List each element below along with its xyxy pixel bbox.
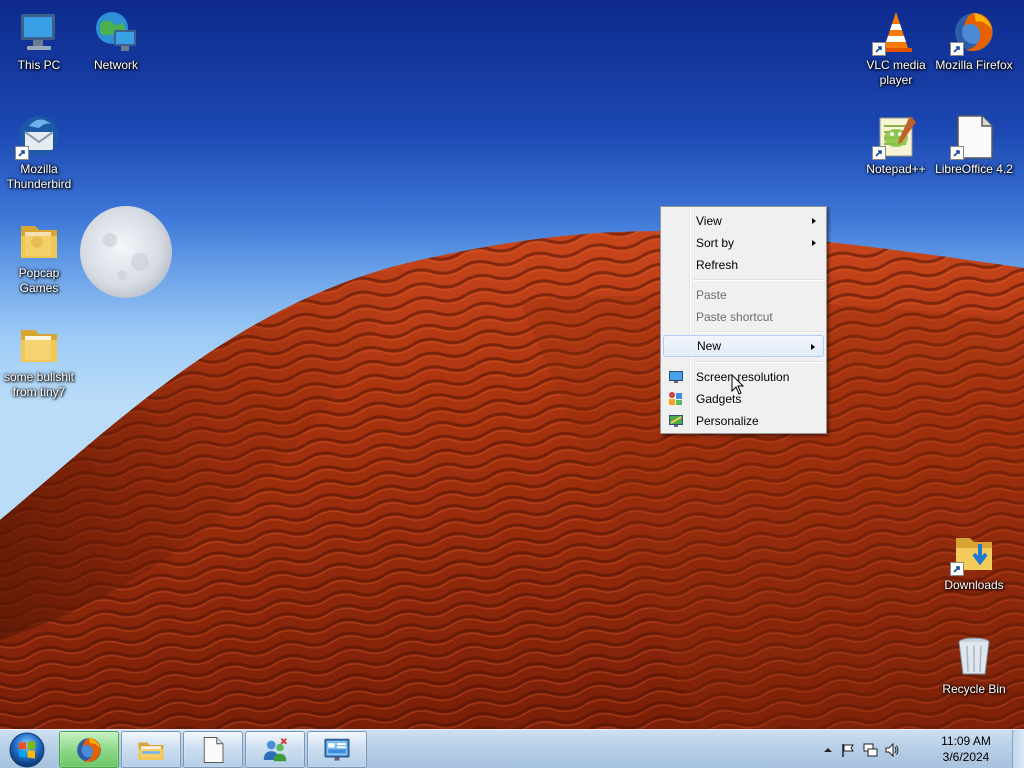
- menu-item-personalize[interactable]: Personalize: [663, 410, 824, 432]
- taskbar-button-firefox[interactable]: [59, 731, 119, 768]
- show-hidden-icons-chevron[interactable]: [820, 742, 836, 758]
- menu-separator: [693, 279, 823, 281]
- clock-date: 3/6/2024: [942, 750, 990, 764]
- desktop-icon-label: Recycle Bin: [942, 682, 1006, 696]
- submenu-arrow-icon: [812, 218, 816, 224]
- shortcut-arrow-icon: [950, 42, 964, 56]
- action-center-flag-icon[interactable]: [840, 742, 856, 758]
- show-desktop-button[interactable]: [1012, 730, 1024, 768]
- clock[interactable]: 11:09 AM 3/6/2024: [934, 733, 998, 765]
- system-tray: 11:09 AM 3/6/2024: [820, 730, 1010, 768]
- firefox-icon: [77, 738, 101, 762]
- menu-item-label: New: [697, 339, 722, 353]
- menu-item-label: Refresh: [696, 258, 739, 272]
- shortcut-arrow-icon: [950, 146, 964, 160]
- desktop-icon-label: Mozilla Firefox: [935, 58, 1013, 72]
- control-panel-icon: [324, 738, 350, 761]
- menu-item-label: Paste: [696, 288, 727, 302]
- clock-time: 11:09 AM: [941, 734, 991, 748]
- taskbar: 11:09 AM 3/6/2024: [0, 729, 1024, 768]
- personalize-icon: [669, 415, 683, 427]
- folder-icon: [15, 216, 63, 264]
- desktop-icon-label: Network: [93, 58, 138, 72]
- taskbar-button-users[interactable]: [245, 731, 305, 768]
- display-icon: [669, 371, 683, 383]
- desktop-icon-label: some bullshit from tiny7: [3, 370, 75, 399]
- menu-item-refresh[interactable]: Refresh: [663, 254, 824, 276]
- notepad-plus-plus-icon: [872, 112, 920, 160]
- desktop-icon-libreoffice[interactable]: LibreOffice 4.2: [935, 112, 1013, 177]
- desktop-icon-this-pc[interactable]: This PC: [0, 8, 78, 73]
- network-globe-icon: [92, 8, 140, 56]
- firefox-icon: [950, 8, 998, 56]
- blank-document-icon: [203, 737, 224, 763]
- desktop-icon-label: Downloads: [944, 578, 1004, 592]
- taskbar-button-explorer[interactable]: [121, 731, 181, 768]
- windows-start-orb-icon: [9, 732, 45, 768]
- user-accounts-icon: [263, 738, 287, 762]
- desktop-icon-network[interactable]: Network: [77, 8, 155, 73]
- recycle-bin-icon: [950, 632, 998, 680]
- desktop-icon-label: Mozilla Thunderbird: [6, 162, 72, 191]
- taskbar-button-control-panel[interactable]: [307, 731, 367, 768]
- desktop-icon-label: VLC media player: [866, 58, 926, 87]
- volume-icon[interactable]: [884, 742, 900, 758]
- menu-separator: [693, 361, 823, 363]
- desktop-icon-label: This PC: [17, 58, 61, 72]
- desktop-icon-thunderbird[interactable]: Mozilla Thunderbird: [0, 112, 78, 192]
- shortcut-arrow-icon: [872, 146, 886, 160]
- submenu-arrow-icon: [811, 344, 815, 350]
- desktop-icon-vlc[interactable]: VLC media player: [857, 8, 935, 88]
- desktop-icon-notepadpp[interactable]: Notepad++: [857, 112, 935, 177]
- desktop-context-menu: View Sort by Refresh Paste Paste shortcu…: [660, 206, 827, 434]
- file-explorer-icon: [138, 742, 164, 760]
- shortcut-arrow-icon: [872, 42, 886, 56]
- vlc-cone-icon: [872, 8, 920, 56]
- downloads-folder-icon: [950, 528, 998, 576]
- menu-item-label: Paste shortcut: [696, 310, 773, 324]
- menu-separator: [693, 331, 823, 333]
- start-button[interactable]: [4, 731, 50, 768]
- desktop-icon-firefox[interactable]: Mozilla Firefox: [935, 8, 1013, 73]
- desktop[interactable]: This PC Network Mozilla Thunderbird Popc…: [0, 0, 1024, 729]
- desktop-icon-tiny7-folder[interactable]: some bullshit from tiny7: [0, 320, 78, 400]
- menu-item-view[interactable]: View: [663, 210, 824, 232]
- taskbar-button-document[interactable]: [183, 731, 243, 768]
- desktop-icon-label: Popcap Games: [18, 266, 60, 295]
- document-icon: [950, 112, 998, 160]
- submenu-arrow-icon: [812, 240, 816, 246]
- desktop-icon-recycle-bin[interactable]: Recycle Bin: [935, 632, 1013, 697]
- shortcut-arrow-icon: [950, 562, 964, 576]
- desktop-icon-label: LibreOffice 4.2: [935, 162, 1013, 176]
- folder-icon: [15, 320, 63, 368]
- menu-item-paste-shortcut[interactable]: Paste shortcut: [663, 306, 824, 328]
- menu-item-sort-by[interactable]: Sort by: [663, 232, 824, 254]
- computer-icon: [15, 8, 63, 56]
- gadgets-icon: [669, 392, 682, 405]
- network-icon[interactable]: [862, 742, 878, 758]
- shortcut-arrow-icon: [15, 146, 29, 160]
- menu-item-new[interactable]: New: [663, 335, 824, 357]
- menu-item-label: View: [696, 214, 722, 228]
- thunderbird-icon: [15, 112, 63, 160]
- desktop-icon-label: Notepad++: [866, 162, 926, 176]
- desktop-icon-downloads[interactable]: Downloads: [935, 528, 1013, 593]
- mouse-pointer-icon: [731, 374, 745, 395]
- desktop-icon-popcap-games[interactable]: Popcap Games: [0, 216, 78, 296]
- menu-item-paste[interactable]: Paste: [663, 284, 824, 306]
- menu-item-label: Personalize: [696, 414, 759, 428]
- menu-item-label: Sort by: [696, 236, 735, 250]
- wallpaper: [0, 206, 1024, 729]
